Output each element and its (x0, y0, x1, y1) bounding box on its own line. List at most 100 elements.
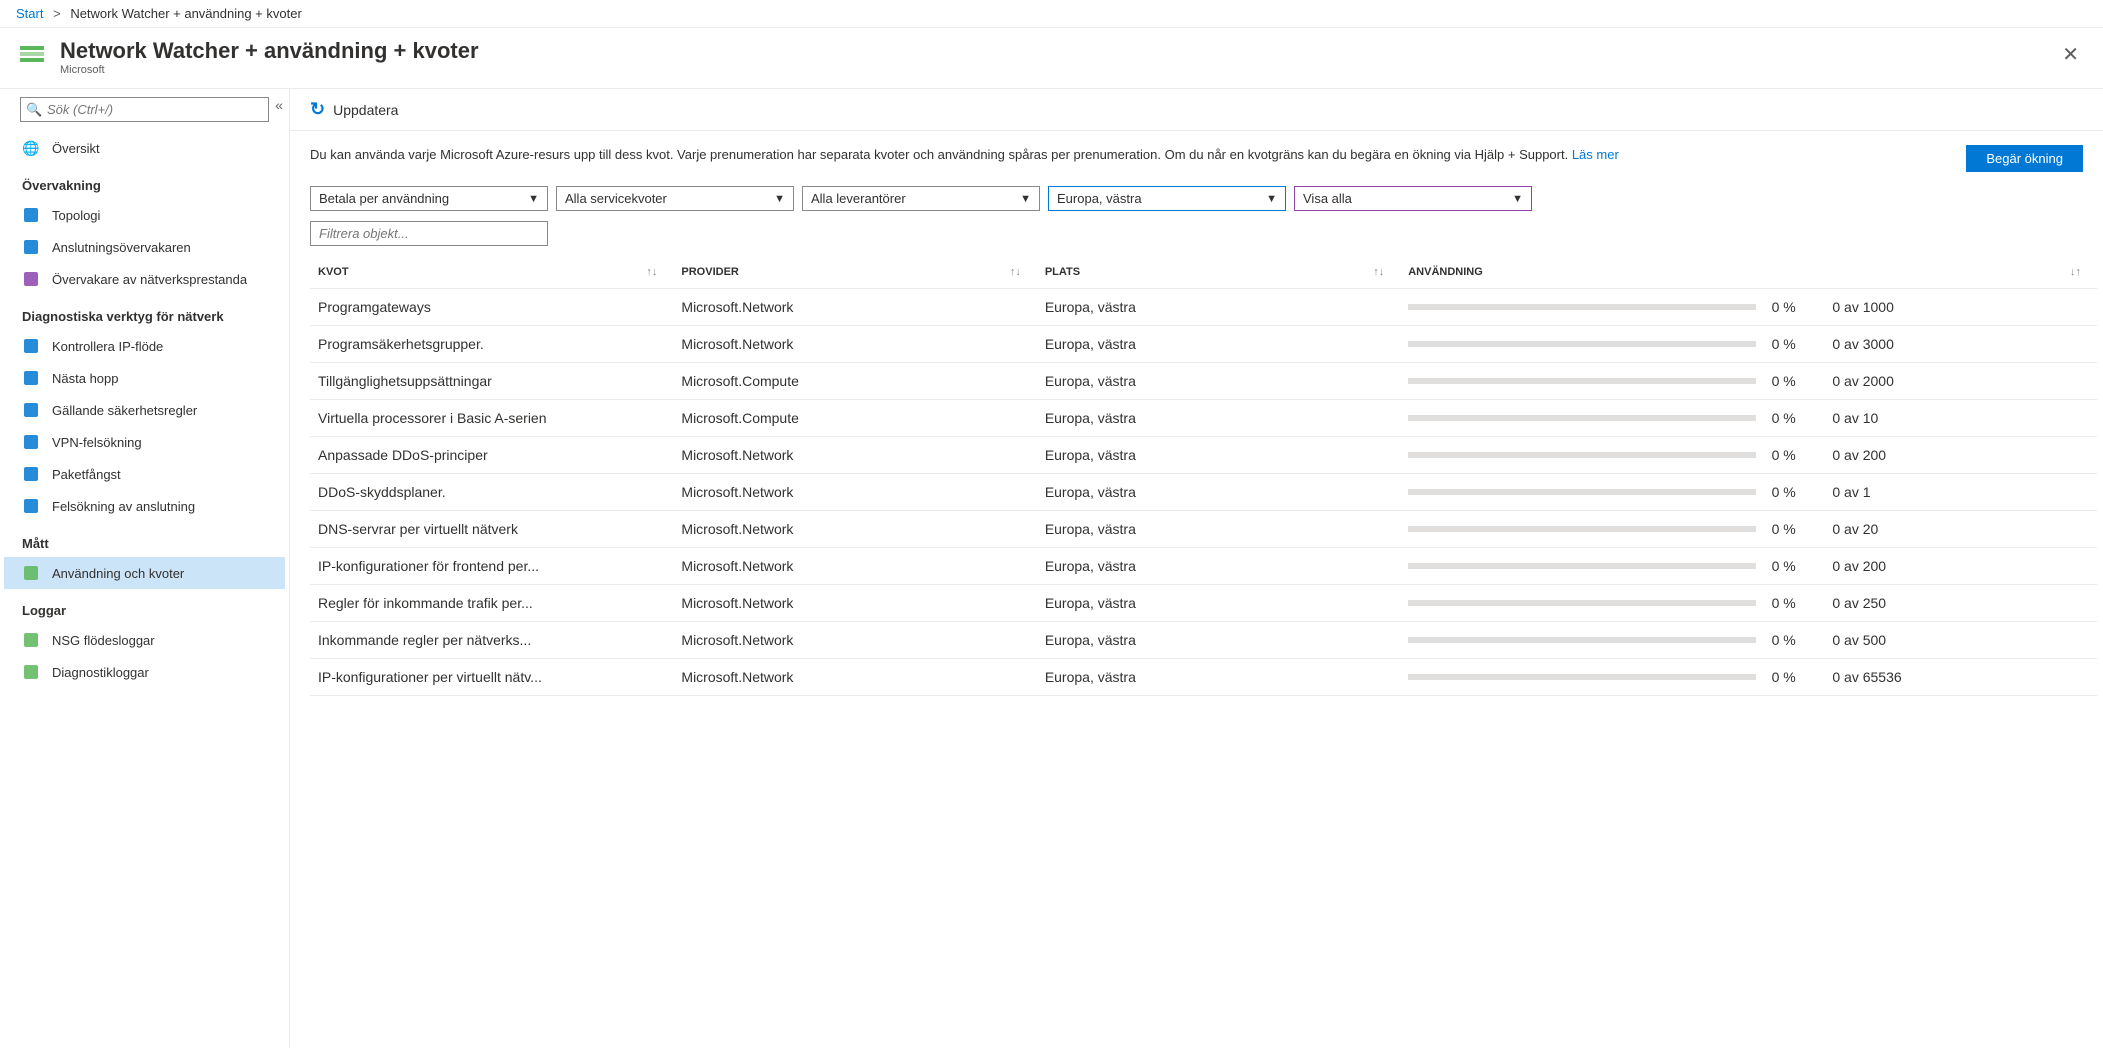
cell-usage-text: 0 av 200 (1824, 548, 2097, 585)
learn-more-link[interactable]: Läs mer (1572, 147, 1619, 162)
progress-bar (1408, 526, 1755, 532)
nsg-flow-icon (22, 631, 40, 649)
show-select[interactable]: Visa alla▼ (1294, 186, 1532, 211)
security-rules-icon (22, 401, 40, 419)
refresh-button[interactable]: ↻ Uppdatera (310, 99, 398, 120)
connection-troubleshoot-icon (22, 497, 40, 515)
cell-quota: Inkommande regler per nätverks... (310, 622, 673, 659)
table-row[interactable]: IP-konfigurationer per virtuellt nätv...… (310, 659, 2097, 696)
progress-bar (1408, 341, 1755, 347)
nav-item[interactable]: Gällande säkerhetsregler (4, 394, 285, 426)
cell-usage-pct: 0 % (1764, 585, 1825, 622)
breadcrumb-separator: > (53, 6, 61, 21)
table-row[interactable]: Inkommande regler per nätverks...Microso… (310, 622, 2097, 659)
nav-item-label: Paketfångst (52, 467, 121, 482)
nav-item[interactable]: Paketfångst (4, 458, 285, 490)
table-row[interactable]: Regler för inkommande trafik per...Micro… (310, 585, 2097, 622)
table-row[interactable]: Virtuella processorer i Basic A-serienMi… (310, 400, 2097, 437)
cell-quota: DDoS-skyddsplaner. (310, 474, 673, 511)
progress-bar (1408, 378, 1755, 384)
nav-item-label: Felsökning av anslutning (52, 499, 195, 514)
breadcrumb-root[interactable]: Start (16, 6, 43, 21)
nav-item[interactable]: VPN-felsökning (4, 426, 285, 458)
cell-provider: Microsoft.Network (673, 437, 1036, 474)
nav-section-header: Loggar (4, 589, 285, 624)
nav-item-label: Anslutningsövervakaren (52, 240, 191, 255)
breadcrumb-current: Network Watcher + användning + kvoter (70, 6, 301, 21)
region-select[interactable]: Europa, västra▼ (1048, 186, 1286, 211)
col-provider[interactable]: PROVIDER↑↓ (673, 256, 1036, 289)
provider-select[interactable]: Alla leverantörer▼ (802, 186, 1040, 211)
cell-quota: Programsäkerhetsgrupper. (310, 326, 673, 363)
filter-input[interactable] (310, 221, 548, 246)
subscription-select[interactable]: Betala per användning▼ (310, 186, 548, 211)
cell-usage-bar (1400, 437, 1763, 474)
table-row[interactable]: IP-konfigurationer för frontend per...Mi… (310, 548, 2097, 585)
quota-table[interactable]: KVOT↑↓ PROVIDER↑↓ PLATS↑↓ ANVÄNDNING↓↑ P… (310, 256, 2097, 1048)
nav-item[interactable]: Användning och kvoter (4, 557, 285, 589)
globe-icon: 🌐 (22, 139, 40, 157)
cell-quota: IP-konfigurationer per virtuellt nätv... (310, 659, 673, 696)
nav-item[interactable]: Nästa hopp (4, 362, 285, 394)
table-row[interactable]: DDoS-skyddsplaner.Microsoft.NetworkEurop… (310, 474, 2097, 511)
cell-location: Europa, västra (1037, 289, 1400, 326)
table-row[interactable]: Programsäkerhetsgrupper.Microsoft.Networ… (310, 326, 2097, 363)
cell-usage-bar (1400, 585, 1763, 622)
sidebar-search-input[interactable] (20, 97, 269, 122)
table-row[interactable]: TillgänglighetsuppsättningarMicrosoft.Co… (310, 363, 2097, 400)
nav-section-header: Övervakning (4, 164, 285, 199)
resource-icon (16, 38, 48, 70)
nav-item[interactable]: Topologi (4, 199, 285, 231)
nav-item[interactable]: Anslutningsövervakaren (4, 231, 285, 263)
cell-location: Europa, västra (1037, 400, 1400, 437)
nav-label: Översikt (52, 141, 100, 156)
cell-usage-bar (1400, 659, 1763, 696)
col-quota[interactable]: KVOT↑↓ (310, 256, 673, 289)
progress-bar (1408, 489, 1755, 495)
cell-location: Europa, västra (1037, 437, 1400, 474)
cell-usage-text: 0 av 2000 (1824, 363, 2097, 400)
cell-quota: IP-konfigurationer för frontend per... (310, 548, 673, 585)
cell-usage-bar (1400, 511, 1763, 548)
nav-section-header: Mått (4, 522, 285, 557)
nav-item[interactable]: Felsökning av anslutning (4, 490, 285, 522)
nav-item[interactable]: NSG flödesloggar (4, 624, 285, 656)
nav-overview[interactable]: 🌐 Översikt (4, 132, 285, 164)
sort-icon: ↑↓ (1010, 266, 1021, 278)
nav-item-label: Användning och kvoter (52, 566, 184, 581)
close-button[interactable]: ✕ (2054, 38, 2087, 71)
table-row[interactable]: Anpassade DDoS-principerMicrosoft.Networ… (310, 437, 2097, 474)
connection-monitor-icon (22, 238, 40, 256)
cell-quota: Programgateways (310, 289, 673, 326)
request-increase-button[interactable]: Begär ökning (1966, 145, 2083, 172)
cell-usage-bar (1400, 474, 1763, 511)
cell-provider: Microsoft.Compute (673, 400, 1036, 437)
cell-usage-text: 0 av 1 (1824, 474, 2097, 511)
cell-provider: Microsoft.Network (673, 622, 1036, 659)
nav-item-label: Kontrollera IP-flöde (52, 339, 163, 354)
quota-select[interactable]: Alla servicekvoter▼ (556, 186, 794, 211)
nav-item-label: NSG flödesloggar (52, 633, 155, 648)
progress-bar (1408, 415, 1755, 421)
sidebar: « 🔍 🌐 Översikt ÖvervakningTopologiAnslut… (0, 89, 290, 1048)
cell-quota: Regler för inkommande trafik per... (310, 585, 673, 622)
nav-item[interactable]: Kontrollera IP-flöde (4, 330, 285, 362)
col-location[interactable]: PLATS↑↓ (1037, 256, 1400, 289)
nav-item[interactable]: Diagnostikloggar (4, 656, 285, 688)
table-row[interactable]: DNS-servrar per virtuellt nätverkMicroso… (310, 511, 2097, 548)
cell-usage-text: 0 av 65536 (1824, 659, 2097, 696)
ip-flow-icon (22, 337, 40, 355)
collapse-sidebar-button[interactable]: « (273, 95, 285, 115)
cell-usage-bar (1400, 363, 1763, 400)
nav-item[interactable]: Övervakare av nätverksprestanda (4, 263, 285, 295)
refresh-icon: ↻ (310, 99, 325, 120)
table-row[interactable]: ProgramgatewaysMicrosoft.NetworkEuropa, … (310, 289, 2097, 326)
cell-provider: Microsoft.Network (673, 585, 1036, 622)
chevron-down-icon: ▼ (774, 193, 785, 205)
nav-item-label: Diagnostikloggar (52, 665, 149, 680)
cell-provider: Microsoft.Network (673, 659, 1036, 696)
vpn-troubleshoot-icon (22, 433, 40, 451)
cell-usage-bar (1400, 289, 1763, 326)
usage-quotas-icon (22, 564, 40, 582)
col-usage[interactable]: ANVÄNDNING↓↑ (1400, 256, 2097, 289)
